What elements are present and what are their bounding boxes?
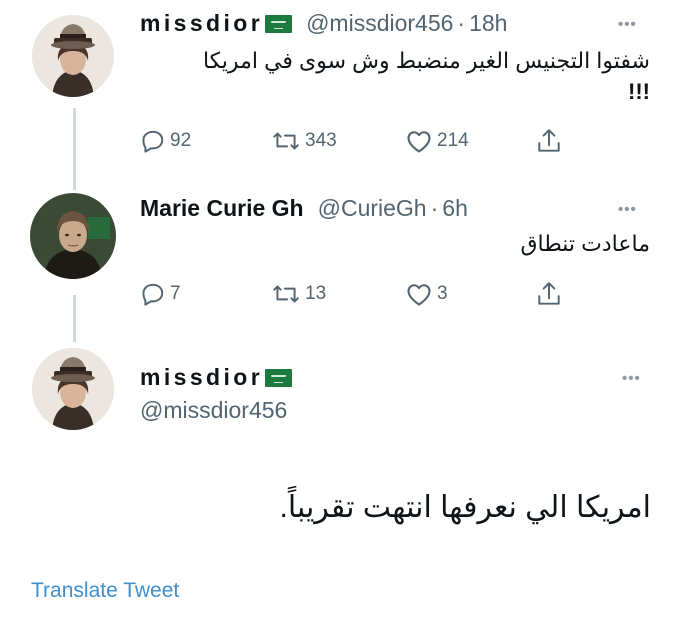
thread-line-1 xyxy=(73,108,76,190)
retweet-icon xyxy=(273,132,299,150)
like-icon xyxy=(407,131,431,153)
retweet-button[interactable]: 13 xyxy=(271,281,405,307)
retweet-count: 13 xyxy=(305,283,327,304)
user-handle[interactable]: @CurieGh xyxy=(318,195,427,222)
reply-count: 92 xyxy=(170,130,192,151)
more-icon[interactable]: ••• xyxy=(622,370,641,387)
like-icon xyxy=(407,284,431,306)
reply-button[interactable]: 92 xyxy=(140,128,271,154)
separator: · xyxy=(457,10,466,36)
saudi-flag-icon xyxy=(265,368,293,387)
reply-icon xyxy=(142,283,164,306)
share-button[interactable] xyxy=(536,127,562,155)
share-button[interactable] xyxy=(536,280,562,308)
reply-button[interactable]: 7 xyxy=(140,281,271,307)
share-icon xyxy=(538,282,560,305)
thread-line-2 xyxy=(73,295,76,342)
avatar-curie[interactable] xyxy=(30,193,116,279)
reply-count: 7 xyxy=(170,283,181,304)
tweet-1-header: missdior @missdior456 · 18h xyxy=(140,10,507,37)
tweet-1-actions: 92 343 214 xyxy=(140,127,562,155)
share-icon xyxy=(538,129,560,152)
timestamp[interactable]: 6h xyxy=(442,195,468,222)
tweet-1-text-line-1: شفتوا التجنيس الغير منضبط وش سوى في امري… xyxy=(202,48,650,73)
retweet-count: 343 xyxy=(305,130,337,151)
separator: · xyxy=(430,195,439,221)
main-tweet-text: امريكا الي نعرفها انتهت تقريباً. xyxy=(279,491,652,524)
more-icon[interactable]: ••• xyxy=(618,16,637,33)
reply-icon xyxy=(142,130,164,153)
main-tweet-handle-row: @missdior456 xyxy=(140,397,287,424)
retweet-icon xyxy=(273,285,299,303)
avatar-missdior[interactable] xyxy=(32,15,114,97)
timestamp[interactable]: 18h xyxy=(469,10,507,37)
saudi-flag-icon xyxy=(265,14,293,33)
more-icon[interactable]: ••• xyxy=(618,201,637,218)
like-count: 214 xyxy=(437,130,469,151)
like-count: 3 xyxy=(437,283,448,304)
translate-tweet-link[interactable]: Translate Tweet xyxy=(31,579,179,603)
like-button[interactable]: 214 xyxy=(405,128,536,154)
tweet-2-text: ماعادت تنطاق xyxy=(520,231,650,256)
display-name[interactable]: missdior xyxy=(140,10,263,37)
avatar-missdior-main[interactable] xyxy=(32,348,114,430)
user-handle[interactable]: @missdior456 xyxy=(306,10,453,37)
retweet-button[interactable]: 343 xyxy=(271,128,405,154)
main-tweet-name-row: missdior xyxy=(140,364,293,391)
tweet-1-text-line-2: !!! xyxy=(628,79,650,104)
display-name[interactable]: Marie Curie Gh xyxy=(140,195,304,222)
display-name[interactable]: missdior xyxy=(140,364,263,391)
tweet-2-header: Marie Curie Gh @CurieGh · 6h xyxy=(140,195,468,222)
like-button[interactable]: 3 xyxy=(405,281,536,307)
user-handle[interactable]: @missdior456 xyxy=(140,397,287,424)
tweet-2-actions: 7 13 3 xyxy=(140,280,562,308)
